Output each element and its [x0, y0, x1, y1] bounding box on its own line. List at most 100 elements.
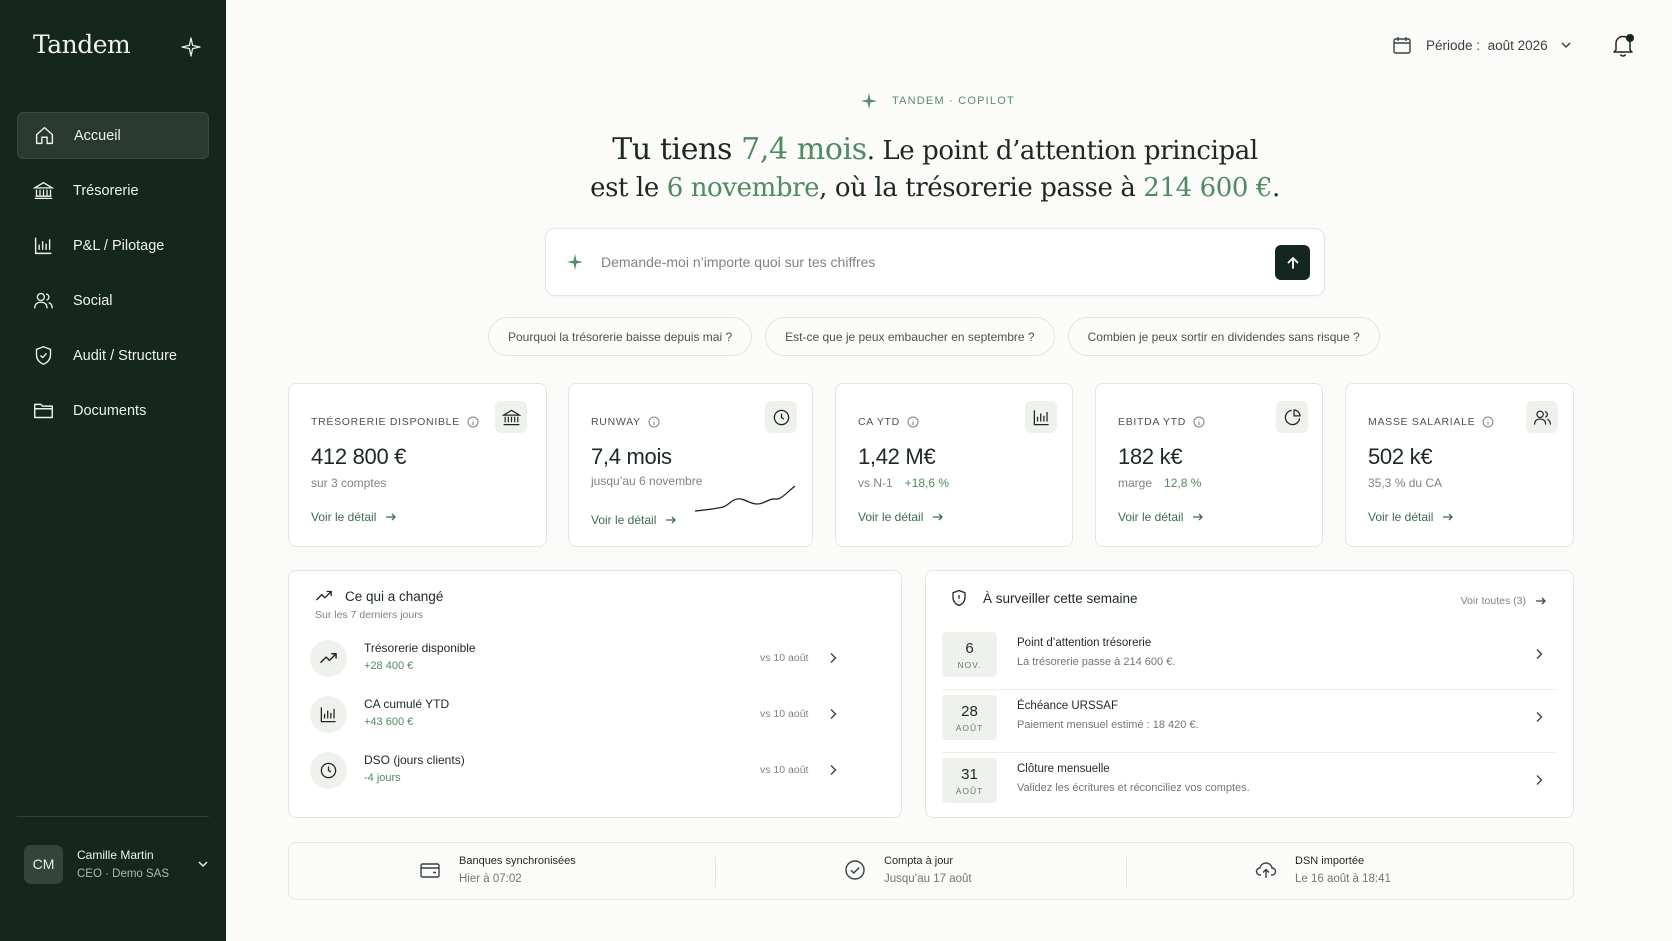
kpi-sub: vs N-1 +18,6 % [858, 476, 949, 490]
status-sub: Hier à 07:02 [459, 873, 522, 885]
bank-icon [495, 401, 527, 433]
ask-input[interactable] [601, 254, 1241, 270]
sidebar-item-label: Accueil [74, 127, 121, 144]
view-detail-link[interactable]: Voir le détail [1118, 510, 1204, 524]
change-delta: +43 600 € [364, 716, 414, 728]
suggestion-chip[interactable]: Pourquoi la trésorerie baisse depuis mai… [488, 317, 753, 356]
view-detail-link[interactable]: Voir le détail [311, 510, 397, 524]
date-day: 31 [961, 766, 978, 783]
chevron-down-icon[interactable] [196, 857, 210, 871]
clock-icon [310, 752, 347, 789]
notification-dot [1626, 34, 1634, 42]
sidebar-item-social[interactable]: Social [17, 277, 209, 324]
panel-title: À surveiller cette semaine [950, 589, 1138, 607]
chevron-right-icon [1536, 775, 1543, 785]
sidebar-item-label: Trésorerie [73, 182, 139, 199]
change-name: Trésorerie disponible [364, 641, 476, 655]
arrow-right-icon [1193, 513, 1204, 521]
suggestion-chip[interactable]: Combien je peux sortir en dividendes san… [1067, 317, 1380, 356]
change-delta: +28 400 € [364, 660, 414, 672]
sidebar-item-audit-structure[interactable]: Audit / Structure [17, 332, 209, 379]
hero-text: . Le point d’attention principal [866, 136, 1258, 166]
status-title: Compta à jour [884, 855, 954, 867]
view-detail-link[interactable]: Voir le détail [591, 513, 677, 527]
brand-logo[interactable]: Tandem [33, 30, 131, 59]
hero-runway: 7,4 mois [741, 132, 867, 167]
kpi-label: CA YTD [858, 416, 900, 428]
watch-title: Point d’attention trésorerie [1017, 637, 1152, 649]
sparkle-icon[interactable] [181, 37, 201, 57]
change-name: DSO (jours clients) [364, 753, 465, 767]
chevron-down-icon [1561, 42, 1571, 49]
kpi-value: 7,4 mois [591, 444, 672, 469]
panel-title-text: À surveiller cette semaine [983, 590, 1138, 606]
view-detail-link[interactable]: Voir le détail [1368, 510, 1454, 524]
user-menu[interactable]: CM Camille Martin CEO · Demo SAS [24, 844, 210, 884]
sidebar-item-label: Documents [73, 402, 147, 419]
kpi-delta: +18,6 % [904, 476, 950, 490]
panel-title: Ce qui a changé [315, 587, 443, 605]
period-value: août 2026 [1487, 37, 1548, 53]
info-icon[interactable] [907, 416, 919, 428]
info-icon[interactable] [1193, 416, 1205, 428]
watch-row[interactable]: 6 NOV. Point d’attention trésorerie La tr… [942, 627, 1557, 690]
status-sub: Jusqu’au 17 août [884, 873, 972, 885]
kpi-sub: sur 3 comptes [311, 476, 387, 490]
kpi-value: 1,42 M€ [858, 444, 936, 469]
avatar: CM [24, 844, 63, 884]
runway-sparkline [694, 485, 796, 512]
date-badge: 31 AOÛT [942, 758, 997, 803]
sidebar-item-accueil[interactable]: Accueil [17, 112, 209, 159]
sidebar-item-tresorerie[interactable]: Trésorerie [17, 167, 209, 214]
users-icon [1526, 401, 1558, 433]
kpi-label: EBITDA YTD [1118, 416, 1187, 428]
bar-chart-icon [310, 696, 347, 733]
change-row[interactable]: DSO (jours clients) -4 jours vs 10 août [310, 745, 840, 795]
sidebar-divider [17, 816, 209, 817]
link-label: Voir le détail [311, 510, 377, 524]
suggestion-chip[interactable]: Est-ce que je peux embaucher en septembr… [765, 317, 1055, 356]
wallet-icon [420, 863, 440, 878]
trending-up-icon [310, 640, 347, 677]
change-vs: vs 10 août [760, 652, 809, 664]
hero-summary: Tu tiens 7,4 mois. Le point d’attention … [520, 131, 1350, 207]
kpi-value: 502 k€ [1368, 444, 1433, 469]
view-detail-link[interactable]: Voir le détail [858, 510, 944, 524]
hero-text: Tu tiens [612, 132, 742, 167]
info-icon[interactable] [648, 416, 660, 428]
info-icon[interactable] [1482, 416, 1494, 428]
info-icon[interactable] [467, 416, 479, 428]
chevron-right-icon [830, 709, 837, 719]
sidebar-item-pl-pilotage[interactable]: P&L / Pilotage [17, 222, 209, 269]
hero-text: , où la trésorerie passe à [819, 173, 1144, 203]
see-all-link[interactable]: Voir toutes (3) [1461, 595, 1547, 607]
send-button[interactable] [1275, 245, 1310, 280]
change-row[interactable]: Trésorerie disponible +28 400 € vs 10 ao… [310, 633, 840, 683]
date-badge: 28 AOÛT [942, 695, 997, 740]
status-dsn: DSN importée Le 16 août à 18:41 [1255, 855, 1391, 885]
users-icon [32, 290, 54, 312]
chevron-right-icon [830, 653, 837, 663]
arrow-right-icon [1536, 597, 1546, 605]
hero-text: est le [590, 173, 667, 203]
watch-row[interactable]: 28 AOÛT Échéance URSSAF Paiement mensuel … [942, 690, 1557, 753]
panel-subtitle: Sur les 7 derniers jours [315, 609, 423, 621]
chevron-right-icon [1536, 649, 1543, 659]
sidebar-nav: Accueil Trésorerie P&L / Pilotage Social… [17, 112, 209, 442]
bank-icon [32, 180, 54, 202]
status-banks: Banques synchronisées Hier à 07:02 [419, 855, 576, 885]
kpi-label: MASSE SALARIALE [1368, 416, 1476, 428]
sidebar-item-documents[interactable]: Documents [17, 387, 209, 434]
folder-icon [32, 400, 54, 422]
date-month: NOV. [957, 660, 982, 670]
arrow-right-icon [386, 513, 397, 521]
sparkle-icon [566, 253, 584, 271]
kpi-label: RUNWAY [591, 416, 641, 428]
sidebar-item-label: Audit / Structure [73, 347, 177, 364]
panel-title-text: Ce qui a changé [345, 588, 444, 604]
period-selector[interactable]: Période : août 2026 [1392, 35, 1572, 55]
kpi-card-ca: CA YTD 1,42 M€ vs N-1 +18,6 % Voir le dét… [835, 383, 1073, 547]
kpi-sub-label: marge [1118, 476, 1153, 490]
change-row[interactable]: CA cumulé YTD +43 600 € vs 10 août [310, 689, 840, 739]
watch-row[interactable]: 31 AOÛT Clôture mensuelle Validez les écr… [942, 753, 1557, 816]
